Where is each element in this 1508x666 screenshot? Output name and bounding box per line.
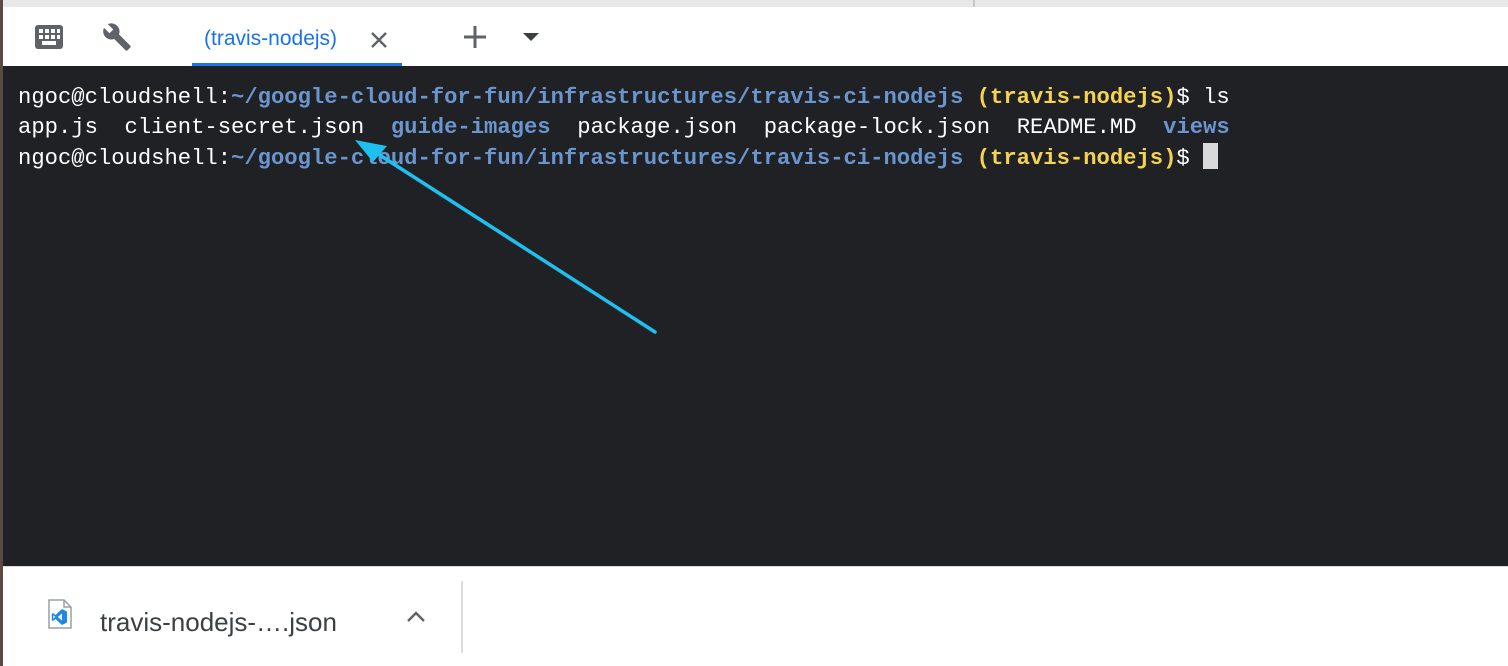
dropdown-icon[interactable] [514, 20, 548, 54]
chevron-up-icon[interactable] [403, 607, 429, 627]
download-item[interactable]: travis-nodejs-….json [3, 567, 461, 666]
download-file-name: travis-nodejs-….json [100, 607, 337, 637]
tab-travis-nodejs[interactable]: (travis-nodejs) [192, 7, 402, 66]
file-entry: app.js [18, 115, 98, 140]
prompt-user: ngoc@cloudshell: [18, 146, 232, 171]
prompt-project: (travis-nodejs) [976, 85, 1177, 110]
download-divider [461, 581, 463, 653]
prompt-user: ngoc@cloudshell: [18, 85, 232, 110]
prompt-path: ~/google-cloud-for-fun/infrastructures/t… [231, 85, 964, 110]
wrench-icon[interactable] [100, 20, 134, 54]
file-entry: client-secret.json [124, 115, 365, 140]
directory-entry: guide-images [390, 115, 551, 140]
plus-icon[interactable] [458, 20, 492, 54]
terminal-line: ngoc@cloudshell:~/google-cloud-for-fun/i… [18, 83, 1508, 113]
terminal-output-line: app.js client-secret.json guide-images p… [18, 113, 1508, 143]
download-bar: travis-nodejs-….json [3, 566, 1508, 666]
prompt-project: (travis-nodejs) [976, 146, 1177, 171]
tab-label: (travis-nodejs) [204, 27, 338, 50]
command: ls [1203, 85, 1230, 110]
browser-top-strip [3, 0, 1508, 7]
terminal[interactable]: ngoc@cloudshell:~/google-cloud-for-fun/i… [3, 66, 1508, 566]
file-entry: package.json [577, 115, 738, 140]
directory-entry: views [1163, 115, 1230, 140]
tab-bar: (travis-nodejs) [3, 7, 1508, 66]
keyboard-icon[interactable] [32, 20, 66, 54]
terminal-cursor [1203, 143, 1219, 169]
vscode-file-icon [48, 599, 72, 629]
close-icon[interactable] [368, 29, 390, 51]
prompt-symbol: $ [1176, 146, 1204, 171]
file-entry: README.MD [1016, 115, 1137, 140]
cloud-shell-window: (travis-nodejs) ngoc@cloudshell:~/google… [3, 0, 1508, 666]
file-entry: package-lock.json [763, 115, 991, 140]
terminal-line: ngoc@cloudshell:~/google-cloud-for-fun/i… [18, 143, 1508, 173]
prompt-path: ~/google-cloud-for-fun/infrastructures/t… [231, 146, 964, 171]
prompt-symbol: $ [1176, 85, 1204, 110]
